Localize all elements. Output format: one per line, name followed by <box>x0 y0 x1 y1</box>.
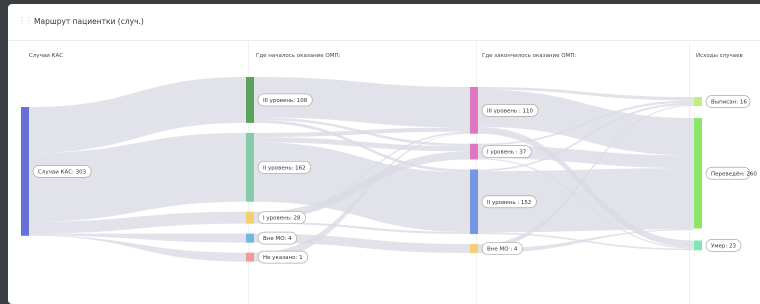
sankey-node-label: I уровень: 28 <box>263 216 301 222</box>
sankey-node-label: III уровень: 108 <box>263 98 308 104</box>
sankey-node-label: Не указано: 1 <box>263 255 303 261</box>
sankey-node[interactable] <box>470 87 478 134</box>
sankey-node-label: Вне МО: 4 <box>263 236 292 242</box>
sankey-node[interactable] <box>470 143 478 160</box>
sankey-node-label: Выписан: 16 <box>711 100 747 106</box>
sankey-node[interactable] <box>694 97 702 106</box>
sankey-node[interactable] <box>694 240 702 251</box>
sankey-node-label: III уровень : 110 <box>487 108 534 114</box>
sankey-node-label: II уровень: 162 <box>263 165 306 171</box>
sankey-node[interactable] <box>246 233 254 243</box>
sankey-links <box>29 77 694 262</box>
sankey-node-label: Вне МО : 4 <box>487 247 518 253</box>
sankey-node-label: I уровень : 37 <box>487 150 527 156</box>
sankey-node-label: Умер: 23 <box>711 243 736 249</box>
sankey-node[interactable] <box>21 107 29 236</box>
sankey-node-label: Переведён: 260 <box>711 171 757 177</box>
sankey-chart: Случаи КАС: 303 III уровень: 108 II уровен… <box>21 77 757 264</box>
sankey-node[interactable] <box>246 252 254 262</box>
sankey-node[interactable] <box>470 244 478 254</box>
sankey-node[interactable] <box>246 132 254 202</box>
sankey-node[interactable] <box>694 118 702 229</box>
sankey-node[interactable] <box>246 211 254 224</box>
sankey-node[interactable] <box>246 77 254 123</box>
sankey-node[interactable] <box>470 169 478 235</box>
sankey-node-label: II уровень : 152 <box>487 200 531 206</box>
sankey-link <box>29 233 246 243</box>
route-widget: ⋮⋮ Маршрут пациентки (случ.) Случаи КАС … <box>8 4 760 304</box>
sankey-node-label: Случаи КАС: 303 <box>38 169 87 175</box>
